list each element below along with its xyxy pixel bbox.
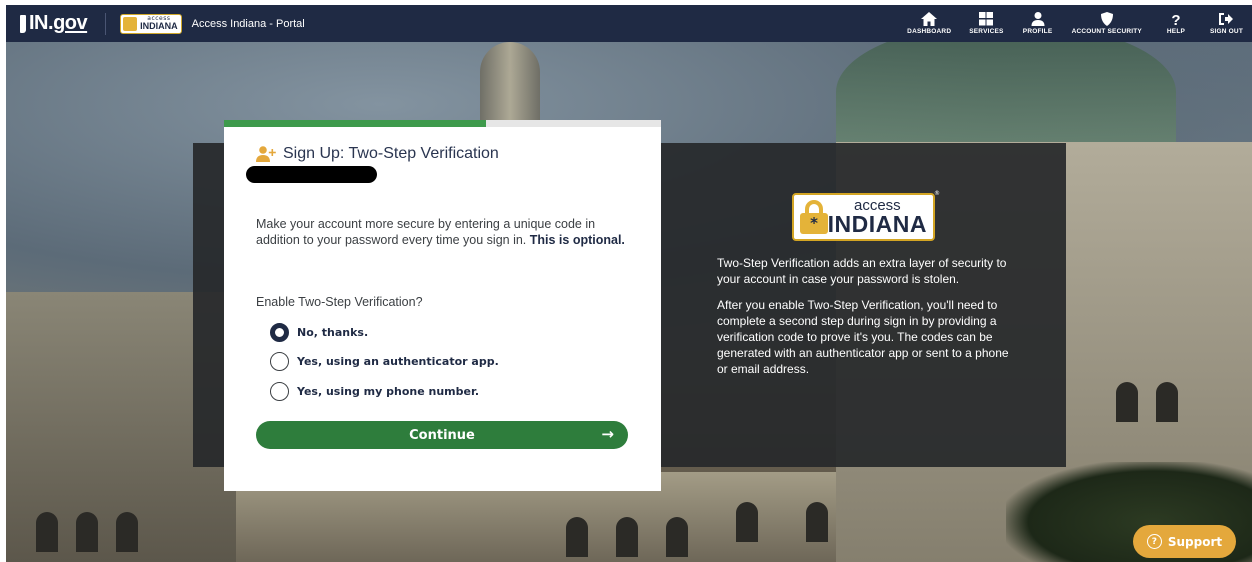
- intro-text: Make your account more secure by enterin…: [256, 216, 636, 248]
- nav-sign-out-label: SIGN OUT: [1209, 28, 1243, 35]
- sign-out-icon: [1219, 13, 1234, 25]
- nav-help[interactable]: ? HELP: [1151, 5, 1201, 42]
- signup-card: Sign Up: Two-Step Verification Make your…: [224, 120, 661, 491]
- lock-icon: *: [800, 200, 828, 234]
- svg-text:?: ?: [1171, 12, 1180, 26]
- radio-phone-number[interactable]: [270, 382, 289, 401]
- nav-sign-out[interactable]: SIGN OUT: [1201, 5, 1252, 42]
- nav-dashboard[interactable]: DASHBOARD: [898, 5, 960, 42]
- nav-account-security-label: ACCOUNT SECURITY: [1071, 28, 1142, 35]
- intro-text-optional: This is optional.: [529, 233, 625, 247]
- in-gov-prefix: IN.: [29, 12, 54, 34]
- card-title-text: Sign Up: Two-Step Verification: [283, 145, 499, 162]
- enable-2sv-question: Enable Two-Step Verification?: [256, 295, 423, 309]
- option-no-thanks-label: No, thanks.: [297, 326, 369, 339]
- access-indiana-logo-small[interactable]: access INDIANA: [120, 13, 182, 34]
- signup-progress-bar: [224, 120, 661, 127]
- nav-dashboard-label: DASHBOARD: [907, 28, 952, 35]
- nav-services-label: SERVICES: [969, 28, 1004, 35]
- portal-title: Access Indiana - Portal: [191, 17, 305, 30]
- user-icon: [1031, 12, 1045, 26]
- main-nav: DASHBOARD SERVICES PROFILE ACCOUNT SECUR…: [898, 5, 1252, 42]
- info-text: Two-Step Verification adds an extra laye…: [717, 255, 1022, 387]
- option-phone-number[interactable]: Yes, using my phone number.: [270, 382, 479, 401]
- nav-services[interactable]: SERVICES: [960, 5, 1012, 42]
- indiana-flag-icon: [20, 14, 26, 33]
- logo-indiana-text: INDIANA: [827, 211, 927, 237]
- option-authenticator-app[interactable]: Yes, using an authenticator app.: [270, 352, 499, 371]
- info-paragraph-1: Two-Step Verification adds an extra laye…: [717, 256, 1007, 286]
- logo-small-indiana-text: INDIANA: [140, 21, 178, 31]
- option-phone-number-label: Yes, using my phone number.: [297, 385, 479, 398]
- nav-profile[interactable]: PROFILE: [1013, 5, 1063, 42]
- question-icon: ?: [1171, 12, 1180, 26]
- help-circle-icon: ?: [1146, 534, 1162, 549]
- header-divider: [105, 12, 107, 35]
- lock-icon: [123, 16, 138, 31]
- arrow-right-icon: →: [601, 425, 614, 443]
- redacted-username: [246, 166, 377, 183]
- continue-button[interactable]: Continue →: [256, 421, 628, 449]
- continue-button-label: Continue: [409, 427, 475, 443]
- info-paragraph-2: After you enable Two-Step Verification, …: [717, 298, 1009, 376]
- in-gov-suffix: gov: [53, 12, 88, 34]
- add-user-icon: [256, 146, 276, 162]
- lock-glyph: *: [800, 213, 828, 234]
- option-no-thanks[interactable]: No, thanks.: [270, 323, 368, 342]
- support-button-label: Support: [1167, 534, 1223, 549]
- top-nav-bar: IN. gov access INDIANA Access Indiana - P…: [6, 5, 1252, 42]
- nav-help-label: HELP: [1166, 28, 1186, 35]
- signup-progress-fill: [224, 120, 487, 127]
- home-icon: [921, 12, 938, 26]
- nav-account-security[interactable]: ACCOUNT SECURITY: [1063, 5, 1151, 42]
- option-authenticator-app-label: Yes, using an authenticator app.: [297, 355, 499, 368]
- support-button[interactable]: ? Support: [1133, 525, 1236, 558]
- card-title: Sign Up: Two-Step Verification: [256, 145, 499, 163]
- nav-profile-label: PROFILE: [1022, 28, 1053, 35]
- grid-icon: [979, 12, 994, 26]
- access-indiana-logo: * access INDIANA ®: [792, 190, 940, 241]
- radio-authenticator-app[interactable]: [270, 352, 289, 371]
- logo-registered-mark: ®: [934, 190, 940, 197]
- in-gov-logo[interactable]: IN. gov: [20, 12, 88, 35]
- radio-no-thanks[interactable]: [270, 323, 289, 342]
- shield-icon: [1100, 12, 1113, 26]
